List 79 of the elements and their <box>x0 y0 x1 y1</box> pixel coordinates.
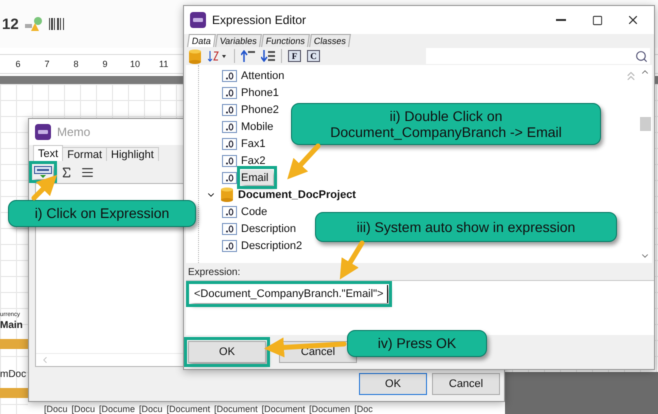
database-icon <box>188 48 202 64</box>
tab[interactable]: Text <box>33 145 64 161</box>
field-label: [Documen <box>309 404 350 414</box>
tab[interactable]: Highlight <box>106 147 159 161</box>
close-icon <box>626 13 640 27</box>
instruction-callout: iii) System auto show in expression <box>315 212 617 242</box>
tree-item[interactable]: Document_DocProject <box>238 187 360 202</box>
search-icon <box>635 50 648 62</box>
pointer-arrow <box>32 174 58 200</box>
tree-item[interactable]: Phone1 <box>241 85 283 100</box>
field-icon <box>222 104 237 116</box>
window-title: Expression Editor <box>212 13 306 27</box>
tree-item[interactable]: Phone2 <box>241 102 283 117</box>
window-title: Memo <box>57 125 90 139</box>
move-up-icon[interactable] <box>241 50 255 62</box>
field-label: [Document <box>262 404 306 414</box>
field-label: [Docu <box>139 404 163 414</box>
field-icon <box>222 70 237 82</box>
dialog-button[interactable]: OK <box>359 373 427 395</box>
field-label: [Docu <box>44 404 68 414</box>
tree-item[interactable]: Description <box>241 221 300 236</box>
ruler-number: 8 <box>72 59 80 69</box>
field-icon <box>222 222 237 234</box>
field-label: [Document <box>166 404 210 414</box>
field-icon <box>222 86 237 98</box>
field-icon <box>222 138 237 150</box>
tree-item[interactable]: Attention <box>241 68 288 83</box>
toolbar-button[interactable]: C <box>307 50 320 62</box>
tab[interactable]: Variables <box>215 34 262 47</box>
field-icon <box>222 206 237 218</box>
app-logo-icon <box>35 124 51 140</box>
tree-item[interactable]: Mobile <box>241 119 278 134</box>
band-label: Main <box>0 320 24 331</box>
ruler-number: 11 <box>159 59 167 69</box>
toolbar-button[interactable]: F <box>288 50 301 62</box>
field-icon <box>222 120 237 132</box>
search-field[interactable] <box>426 48 650 64</box>
tree-item[interactable]: Email <box>241 170 273 185</box>
expression-icon <box>34 166 52 178</box>
field-icon <box>222 154 237 166</box>
minimize-icon <box>556 19 566 21</box>
scrollbar-thumb[interactable] <box>640 117 650 131</box>
move-down-icon[interactable] <box>261 50 275 62</box>
tree-item[interactable]: Description2 <box>241 238 306 253</box>
field-label: [Docu <box>72 404 96 414</box>
tree-item[interactable]: Fax1 <box>241 136 270 151</box>
sort-icon[interactable] <box>208 50 228 62</box>
ruler-number: 7 <box>43 59 50 69</box>
band-bar <box>0 388 28 398</box>
field-icon <box>222 240 237 252</box>
ruler-number: 10 <box>130 59 138 69</box>
field-icon <box>222 172 237 184</box>
dialog-button[interactable]: Cancel <box>432 373 500 395</box>
instruction-callout: i) Click on Expression <box>8 200 196 227</box>
expression-field[interactable]: <Document_CompanyBranch."Email"> <box>186 280 654 335</box>
tab[interactable]: Format <box>62 147 108 161</box>
tab[interactable]: Data <box>187 34 216 47</box>
ruler-number: 6 <box>14 59 22 69</box>
tab[interactable]: Classes <box>309 34 351 47</box>
field-label: [Doc <box>354 404 373 414</box>
pointer-arrow <box>340 240 364 280</box>
pointer-arrow <box>287 144 320 180</box>
maximize-icon <box>592 14 602 26</box>
table-icon <box>220 187 234 202</box>
tree-item[interactable]: Fax2 <box>241 153 270 168</box>
shapes-icon <box>24 16 43 32</box>
instruction-callout: ii) Double Click on Document_CompanyBranch -> Email <box>291 103 601 145</box>
instruction-callout: iv) Press OK <box>347 330 487 357</box>
band-bar <box>0 339 28 349</box>
barcode-icon <box>48 18 65 30</box>
ruler-number: 9 <box>101 59 108 69</box>
field-label: [Docume <box>99 404 136 414</box>
toolbar-number: 12 <box>2 16 19 32</box>
expression-label: Expression: <box>187 266 242 280</box>
tab[interactable]: Functions <box>260 34 310 47</box>
band-label: mDoc <box>0 369 28 380</box>
tree-item[interactable]: Code <box>241 204 272 219</box>
field-label: [Document <box>214 404 258 414</box>
app-logo-icon <box>190 12 206 28</box>
